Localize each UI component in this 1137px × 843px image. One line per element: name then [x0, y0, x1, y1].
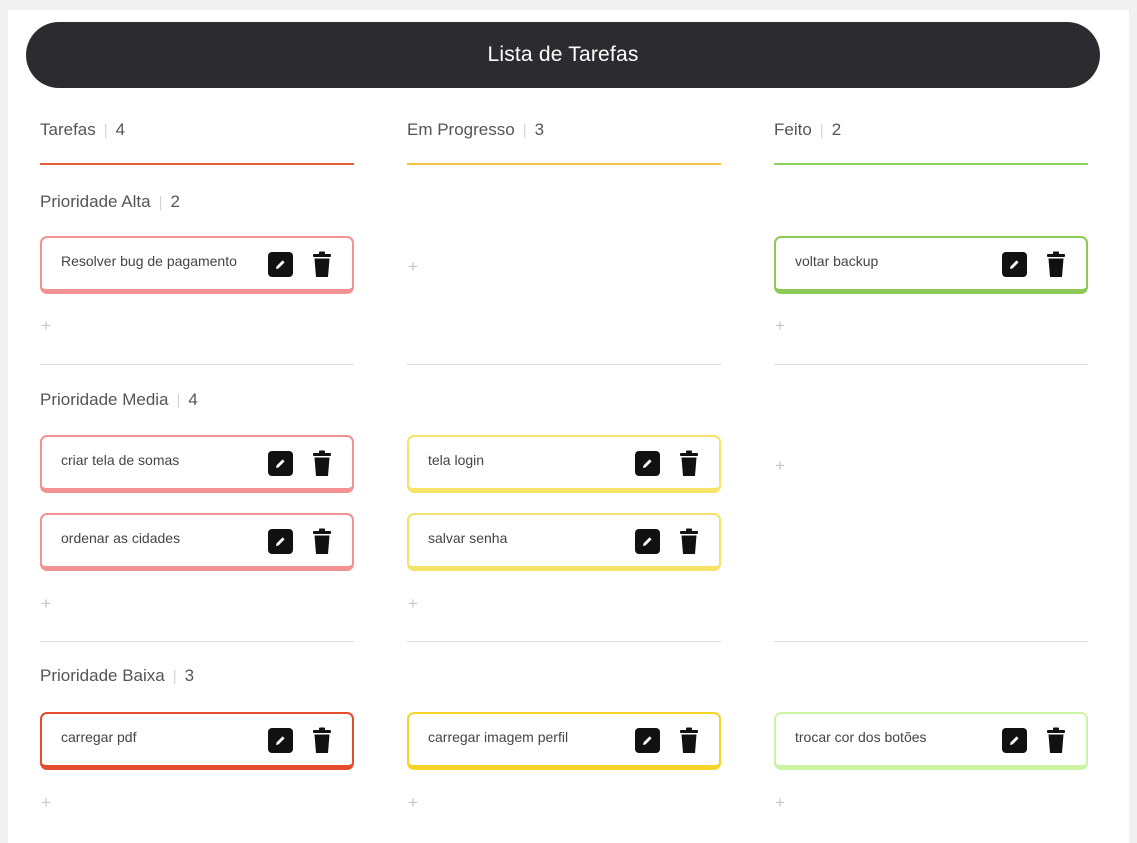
trash-icon[interactable] [679, 727, 699, 754]
task-card[interactable]: trocar cor dos botões [774, 712, 1088, 770]
column-underline-em-progresso [407, 163, 721, 165]
column-header-feito: Feito | 2 [774, 120, 842, 139]
task-label: salvar senha [428, 530, 508, 546]
column-underline-feito [774, 163, 1088, 165]
edit-icon[interactable] [635, 451, 660, 476]
priority-title: Prioridade Alta [40, 192, 151, 211]
section-divider [774, 364, 1088, 365]
section-divider [774, 641, 1088, 642]
task-card[interactable]: Resolver bug de pagamento [40, 236, 354, 294]
edit-icon[interactable] [1002, 252, 1027, 277]
trash-icon[interactable] [1046, 251, 1066, 278]
section-divider [40, 364, 354, 365]
priority-title: Prioridade Baixa [40, 666, 165, 685]
trash-icon[interactable] [679, 450, 699, 477]
add-task-button[interactable]: + [773, 457, 787, 475]
edit-icon[interactable] [635, 728, 660, 753]
trash-icon[interactable] [679, 528, 699, 555]
column-count: 4 [115, 120, 126, 139]
task-label: tela login [428, 452, 485, 468]
trash-icon[interactable] [1046, 727, 1066, 754]
app-title: Lista de Tarefas [487, 43, 639, 66]
task-card[interactable]: ordenar as cidades [40, 513, 354, 571]
column-title: Em Progresso [407, 120, 515, 139]
task-card[interactable]: carregar imagem perfil [407, 712, 721, 770]
add-task-button[interactable]: + [39, 794, 53, 812]
task-label: trocar cor dos botões [795, 729, 927, 745]
task-card[interactable]: carregar pdf [40, 712, 354, 770]
trash-icon[interactable] [312, 528, 332, 555]
add-task-button[interactable]: + [406, 258, 420, 276]
edit-icon[interactable] [268, 728, 293, 753]
priority-count: 4 [188, 390, 198, 409]
add-task-button[interactable]: + [39, 317, 53, 335]
task-label: criar tela de somas [61, 452, 180, 468]
section-divider [407, 641, 721, 642]
task-label: Resolver bug de pagamento [61, 253, 237, 269]
priority-header-media: Prioridade Media | 4 [40, 390, 198, 409]
column-count: 3 [534, 120, 545, 139]
edit-icon[interactable] [1002, 728, 1027, 753]
priority-title: Prioridade Media [40, 390, 169, 409]
edit-icon[interactable] [268, 529, 293, 554]
trash-icon[interactable] [312, 727, 332, 754]
column-title: Feito [774, 120, 812, 139]
column-header-em-progresso: Em Progresso | 3 [407, 120, 545, 139]
add-task-button[interactable]: + [406, 794, 420, 812]
app-header: Lista de Tarefas [26, 22, 1100, 88]
section-divider [407, 364, 721, 365]
task-card[interactable]: criar tela de somas [40, 435, 354, 493]
priority-count: 3 [184, 666, 195, 685]
edit-icon[interactable] [268, 451, 293, 476]
task-card[interactable]: salvar senha [407, 513, 721, 571]
edit-icon[interactable] [635, 529, 660, 554]
task-label: carregar pdf [61, 729, 137, 745]
task-label: carregar imagem perfil [428, 729, 569, 745]
trash-icon[interactable] [312, 450, 332, 477]
task-label: voltar backup [795, 253, 879, 269]
add-task-button[interactable]: + [406, 595, 420, 613]
trash-icon[interactable] [312, 251, 332, 278]
edit-icon[interactable] [268, 252, 293, 277]
task-card[interactable]: tela login [407, 435, 721, 493]
add-task-button[interactable]: + [39, 595, 53, 613]
section-divider [40, 641, 354, 642]
task-card[interactable]: voltar backup [774, 236, 1088, 294]
priority-header-alta: Prioridade Alta | 2 [40, 192, 180, 211]
column-count: 2 [831, 120, 842, 139]
column-underline-tarefas [40, 163, 354, 165]
column-header-tarefas: Tarefas | 4 [40, 120, 126, 139]
add-task-button[interactable]: + [773, 317, 787, 335]
priority-count: 2 [170, 192, 180, 211]
priority-header-baixa: Prioridade Baixa | 3 [40, 666, 195, 685]
task-label: ordenar as cidades [61, 530, 181, 546]
column-title: Tarefas [40, 120, 96, 139]
add-task-button[interactable]: + [773, 794, 787, 812]
